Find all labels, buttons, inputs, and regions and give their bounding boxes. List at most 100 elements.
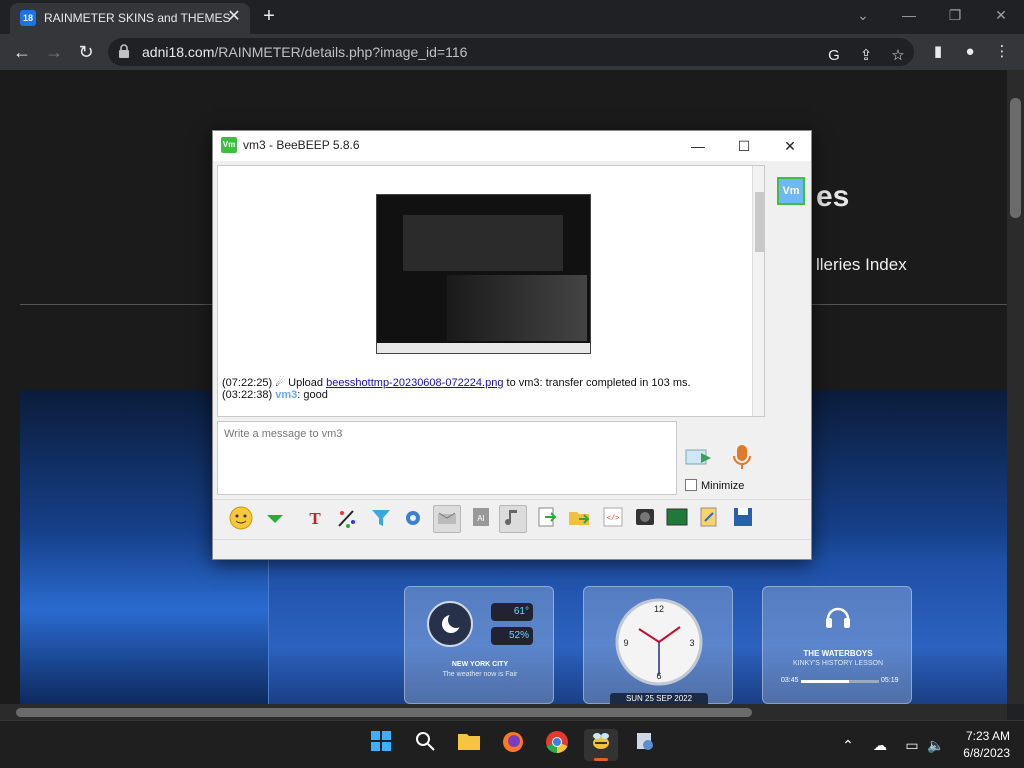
color-icon[interactable] xyxy=(333,505,361,533)
minimize-window-icon[interactable]: — xyxy=(894,4,924,26)
screenshot-thumbnail[interactable] xyxy=(376,194,591,354)
tab-favicon-icon: 18 xyxy=(20,10,36,26)
url-text: adni18.com/RAINMETER/details.php?image_i… xyxy=(142,44,467,60)
horizontal-scroll-thumb[interactable] xyxy=(16,708,752,717)
windows-start-icon[interactable] xyxy=(364,729,398,761)
page-horizontal-scrollbar[interactable] xyxy=(0,704,1007,720)
chat-scroll-thumb[interactable] xyxy=(755,192,764,252)
emoticon-icon[interactable] xyxy=(227,505,255,533)
page-title: es xyxy=(816,180,850,213)
reload-icon[interactable]: ↻ xyxy=(74,40,98,64)
screenshot-icon[interactable] xyxy=(631,505,659,533)
url-domain: adni18.com xyxy=(142,44,215,60)
message-user[interactable]: vm3 xyxy=(275,389,297,401)
message-time: (03:22:38) xyxy=(222,389,273,401)
volume-icon[interactable]: 🔈 xyxy=(926,735,946,755)
google-icon[interactable]: G xyxy=(822,44,846,68)
weather-text: The weather now is Fair xyxy=(442,671,518,678)
notes-icon[interactable] xyxy=(695,505,723,533)
user-avatar[interactable]: Vm xyxy=(777,177,805,205)
music-track: KINKY'S HISTORY LESSON xyxy=(792,660,884,667)
vertical-scroll-thumb[interactable] xyxy=(1010,98,1021,218)
forward-icon[interactable]: → xyxy=(42,40,66,64)
page-vertical-scrollbar[interactable] xyxy=(1007,70,1024,704)
thumbnail-portrait xyxy=(447,275,587,341)
send-folder-icon[interactable] xyxy=(565,505,593,533)
message-input[interactable]: Write a message to vm3 xyxy=(217,421,677,495)
back-icon[interactable]: ← xyxy=(10,40,34,64)
network-icon[interactable]: ▭ xyxy=(902,735,922,755)
lock-icon[interactable] xyxy=(118,44,132,58)
clock-9: 9 xyxy=(623,638,628,648)
minimize-label: Minimize xyxy=(701,480,745,492)
chat-scrollbar[interactable] xyxy=(752,166,764,416)
chat-message-reply: (03:22:38) vm3: good xyxy=(222,389,328,401)
upload-icon: ☄ xyxy=(275,377,286,389)
menu-icon[interactable]: ⋮ xyxy=(990,40,1014,64)
browser-tab[interactable]: 18 RAINMETER SKINS and THEMES ✕ xyxy=(10,3,250,34)
app-icon[interactable] xyxy=(628,729,662,761)
music-artist: THE WATERBOYS xyxy=(803,649,873,658)
clock-widget: 12 3 6 9 SUN 25 SEP 2022 xyxy=(583,586,733,705)
headphones-icon xyxy=(823,601,853,631)
music-progress-bar xyxy=(801,680,879,683)
thumbnail-taskbar xyxy=(377,343,590,353)
code-icon[interactable]: </> xyxy=(599,505,627,533)
thumbnail-keyboard xyxy=(403,215,563,271)
message-placeholder: Write a message to vm3 xyxy=(224,428,343,440)
browser-titlebar: 18 RAINMETER SKINS and THEMES ✕ + ⌄ — ❐ … xyxy=(0,0,1024,34)
svg-text:AI: AI xyxy=(477,514,485,523)
spellcheck-icon[interactable] xyxy=(433,505,461,533)
onedrive-icon[interactable]: ☁ xyxy=(870,735,890,755)
bookmark-star-icon[interactable]: ☆ xyxy=(886,44,910,68)
show-hidden-icons-icon[interactable]: ⌃ xyxy=(838,735,858,755)
tab-search-icon[interactable]: ⌄ xyxy=(848,4,878,26)
send-message-icon[interactable] xyxy=(685,447,715,469)
font-icon[interactable]: T xyxy=(301,505,329,533)
galleries-index-link[interactable]: lleries Index xyxy=(816,255,907,275)
chat-history[interactable]: (07:22:25) ☄ Upload beesshottmp-20230608… xyxy=(217,165,765,417)
ai-icon[interactable]: AI xyxy=(467,505,495,533)
sound-icon[interactable] xyxy=(499,505,527,533)
new-tab-icon[interactable]: + xyxy=(258,6,280,28)
minimize-checkbox[interactable] xyxy=(685,479,697,491)
collapse-icon[interactable] xyxy=(261,505,289,533)
clock-3: 3 xyxy=(689,638,694,648)
beebeep-maximize-icon[interactable]: ☐ xyxy=(729,135,759,157)
file-explorer-icon[interactable] xyxy=(452,729,486,761)
svg-text:</>: </> xyxy=(607,515,620,523)
save-icon[interactable] xyxy=(729,505,757,533)
message-text: : good xyxy=(297,389,328,401)
beebeep-app-icon: Vm xyxy=(221,137,237,153)
microphone-icon[interactable] xyxy=(731,443,753,471)
clock-12: 12 xyxy=(654,604,664,614)
restore-window-icon[interactable]: ❐ xyxy=(940,4,970,26)
windows-taskbar: ⌃ ☁ ▭ 🔈 7:23 AM 6/8/2023 xyxy=(0,720,1024,768)
chrome-icon[interactable] xyxy=(540,729,574,761)
moon-icon xyxy=(427,601,473,647)
board-icon[interactable] xyxy=(663,505,691,533)
uploaded-file-link[interactable]: beesshottmp-20230608-072224.png xyxy=(326,377,503,389)
side-panel-icon[interactable]: ▮ xyxy=(926,40,950,64)
filter-icon[interactable] xyxy=(367,505,395,533)
beebeep-minimize-icon[interactable]: — xyxy=(683,135,713,157)
address-bar[interactable]: adni18.com/RAINMETER/details.php?image_i… xyxy=(108,38,914,66)
browser-toolbar: ← → ↻ adni18.com/RAINMETER/details.php?i… xyxy=(0,34,1024,70)
close-tab-icon[interactable]: ✕ xyxy=(224,7,244,27)
beebeep-statusbar xyxy=(213,539,811,559)
taskbar-time[interactable]: 7:23 AM xyxy=(960,729,1010,743)
send-file-icon[interactable] xyxy=(533,505,561,533)
profile-icon[interactable]: ● xyxy=(958,40,982,64)
temperature-badge: 61° xyxy=(491,603,533,621)
beebeep-taskbar-icon[interactable] xyxy=(584,729,618,761)
close-window-icon[interactable]: ✕ xyxy=(986,4,1016,26)
search-icon[interactable] xyxy=(408,729,442,761)
share-icon[interactable]: ⇪ xyxy=(854,44,878,68)
taskbar-date[interactable]: 6/8/2023 xyxy=(950,746,1010,760)
beebeep-close-icon[interactable]: ✕ xyxy=(775,135,805,157)
settings-gear-icon[interactable] xyxy=(399,505,427,533)
firefox-icon[interactable] xyxy=(496,729,530,761)
music-elapsed: 03:45 xyxy=(781,677,799,684)
message-time: (07:22:25) xyxy=(222,377,273,389)
tab-title: RAINMETER SKINS and THEMES xyxy=(44,11,231,25)
